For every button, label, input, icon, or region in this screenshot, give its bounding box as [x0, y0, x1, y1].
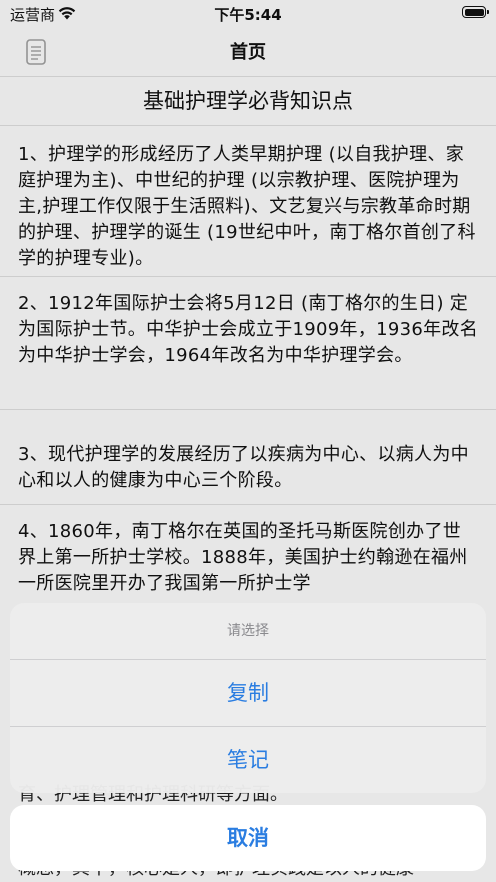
- note-button[interactable]: 笔记: [10, 727, 486, 793]
- action-sheet-title: 请选择: [10, 603, 486, 660]
- cancel-button[interactable]: 取消: [10, 805, 486, 871]
- action-sheet: 请选择 复制 笔记: [10, 603, 486, 793]
- copy-button[interactable]: 复制: [10, 660, 486, 727]
- screen: 运营商 下午5:44 首页 基础护理学必背知识点 1、护理学的形成经历了人类早期…: [0, 0, 496, 882]
